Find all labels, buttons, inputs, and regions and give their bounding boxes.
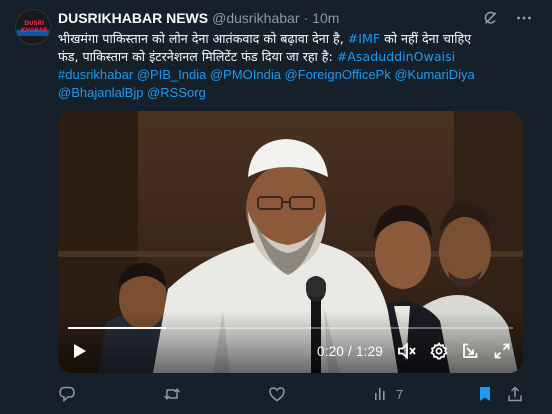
tweet-text-line: भीखमंगा पाकिस्तान को लोन देना आतंकवाद को…	[58, 30, 528, 48]
video-time-readout: 0:20 / 1:29	[317, 337, 383, 365]
header-separator: ·	[303, 10, 309, 26]
mention-links[interactable]: #dusrikhabar @PIB_India @PMOIndia @Forei…	[58, 67, 475, 82]
tweet-top-actions	[480, 8, 534, 28]
bookmark-button[interactable]	[476, 383, 494, 405]
reply-icon	[59, 386, 75, 403]
dusrikhabar-logo-icon: DUSRI KHABAR	[20, 20, 48, 34]
play-icon[interactable]	[66, 337, 94, 365]
avatar[interactable]: DUSRI KHABAR	[15, 9, 51, 45]
tweet-text-line: @BhajanlalBjp @RSSorg	[58, 84, 528, 102]
reply-button[interactable]	[58, 383, 76, 405]
tweet-timestamp[interactable]: 10m	[312, 10, 339, 26]
video-progress-bar[interactable]	[68, 327, 513, 329]
tweet-action-bar: 7	[58, 383, 528, 405]
tweet-text-line: फंड, पाकिस्तान को इंटरनेशनल मिलिटेंट फंड…	[58, 48, 528, 66]
video-controls: 0:20 / 1:29	[58, 325, 523, 373]
video-elapsed: 0:20	[317, 343, 345, 359]
grok-icon[interactable]	[480, 8, 500, 28]
like-icon	[269, 387, 285, 402]
video-control-row: 0:20 / 1:29	[58, 337, 523, 365]
views-count: 7	[396, 386, 404, 402]
tweet-text: भीखमंगा पाकिस्तान को लोन देना आतंकवाद को…	[58, 30, 528, 102]
views-button[interactable]: 7	[372, 383, 403, 405]
video-progress-fill	[68, 327, 166, 329]
tweet-text-plain: को नहीं देना चाहिए	[380, 31, 472, 46]
video-time-separator: /	[344, 343, 356, 359]
settings-icon[interactable]	[426, 337, 452, 365]
more-icon[interactable]	[514, 8, 534, 28]
retweet-button[interactable]	[163, 383, 181, 405]
author-handle[interactable]: @dusrikhabar	[212, 10, 299, 26]
tweet-header: DUSRIKHABAR NEWS @dusrikhabar · 10m	[58, 9, 339, 27]
mention-links[interactable]: @BhajanlalBjp @RSSorg	[58, 85, 206, 100]
author-name[interactable]: DUSRIKHABAR NEWS	[58, 10, 208, 26]
fullscreen-icon[interactable]	[489, 337, 515, 365]
hashtag-link[interactable]: #AsaduddinOwaisi	[337, 49, 455, 64]
mute-icon[interactable]	[394, 337, 420, 365]
share-button[interactable]	[506, 383, 524, 405]
tweet-text-plain: फंड, पाकिस्तान को इंटरनेशनल मिलिटेंट फंड…	[58, 49, 337, 64]
tweet[interactable]: DUSRI KHABAR DUSRIKHABAR NEWS @dusrikhab…	[0, 0, 552, 414]
video-duration: 1:29	[355, 343, 384, 359]
hashtag-link[interactable]: #IMF	[348, 31, 380, 46]
like-button[interactable]	[268, 383, 286, 405]
views-icon	[375, 388, 385, 400]
tweet-text-plain: भीखमंगा पाकिस्तान को लोन देना आतंकवाद को…	[58, 31, 348, 46]
tweet-text-line: #dusrikhabar @PIB_India @PMOIndia @Forei…	[58, 66, 528, 84]
share-icon	[508, 386, 522, 402]
bookmark-icon	[480, 387, 490, 401]
retweet-icon	[163, 388, 181, 400]
video-player[interactable]: 0:20 / 1:29	[58, 111, 523, 373]
popout-icon[interactable]	[457, 337, 483, 365]
